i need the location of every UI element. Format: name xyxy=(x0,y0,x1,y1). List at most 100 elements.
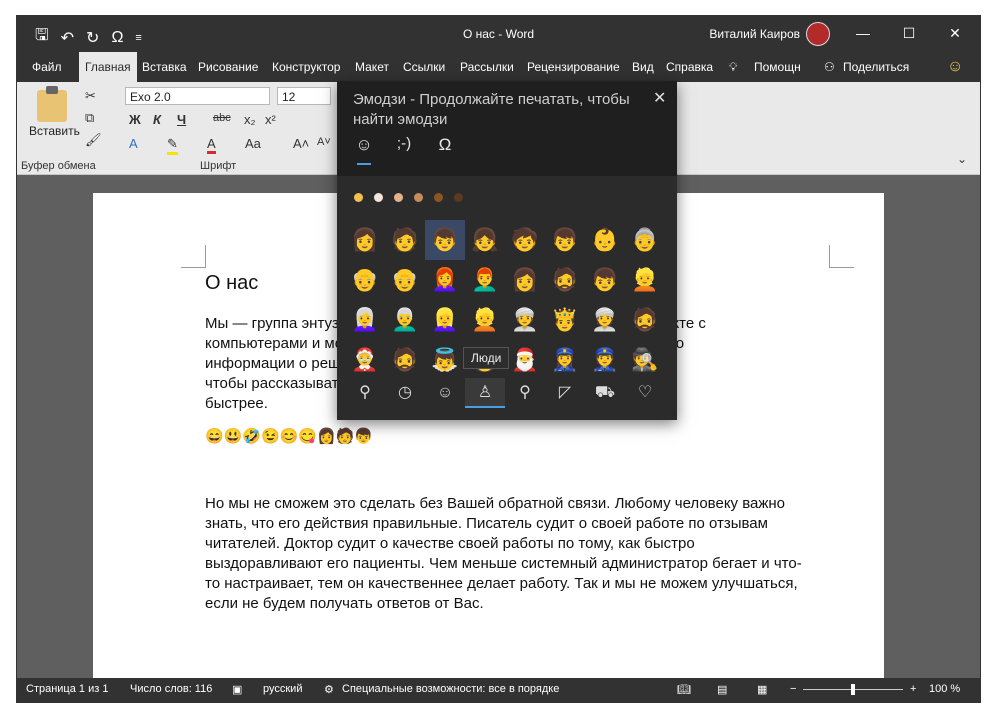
tab-references[interactable]: Ссылки xyxy=(397,52,451,82)
subscript-button[interactable]: x₂ xyxy=(244,112,256,127)
emoji-cell[interactable]: 👨‍🦳 xyxy=(385,300,425,340)
emoji-cell[interactable]: 🧔 xyxy=(385,340,425,380)
superscript-button[interactable]: x² xyxy=(265,112,276,127)
highlight-icon[interactable]: ✎ xyxy=(167,136,178,155)
paste-icon[interactable] xyxy=(37,86,67,122)
lightbulb-icon[interactable]: 💡︎ xyxy=(723,52,743,82)
italic-button[interactable]: К xyxy=(153,112,161,127)
close-button[interactable]: ✕ xyxy=(932,20,978,46)
grow-font-icon[interactable]: A˄ xyxy=(293,136,309,151)
emoji-cell[interactable]: 👦 xyxy=(585,260,625,300)
share-button[interactable]: Поделиться xyxy=(837,52,915,82)
tab-symbols[interactable]: Ω xyxy=(430,135,460,155)
font-name-select[interactable]: Exo 2.0 xyxy=(125,87,270,105)
zoom-level[interactable]: 100 % xyxy=(929,683,960,695)
read-mode-icon[interactable]: 📖︎ xyxy=(677,683,691,696)
heart-icon[interactable]: ♡ xyxy=(625,378,665,408)
font-size-select[interactable]: 12 xyxy=(277,87,331,105)
emoji-cell[interactable]: 🕵️ xyxy=(625,340,665,380)
language-label[interactable]: русский xyxy=(263,683,302,695)
print-layout-icon[interactable]: ▤ xyxy=(717,683,727,696)
emoji-cell[interactable]: 👳 xyxy=(585,300,625,340)
minimize-button[interactable]: — xyxy=(840,20,886,46)
skin-tone-swatch[interactable] xyxy=(434,193,443,202)
emoji-cell[interactable]: 👦 xyxy=(545,220,585,260)
tab-insert[interactable]: Вставка xyxy=(136,52,193,82)
emoji-cell[interactable]: 👴 xyxy=(345,260,385,300)
emoji-cell[interactable]: 👩 xyxy=(505,260,545,300)
emoji-cell[interactable]: 👶 xyxy=(585,220,625,260)
emoji-cell[interactable]: 👱 xyxy=(625,260,665,300)
cut-icon[interactable]: ✂ xyxy=(85,88,96,104)
emoji-cell[interactable]: 👨‍🦰 xyxy=(465,260,505,300)
car-icon[interactable]: ⛟ xyxy=(585,378,625,408)
tab-emoji[interactable]: ☺ xyxy=(349,135,379,155)
tab-kaomoji[interactable]: ;-) xyxy=(389,135,419,152)
emoji-cell[interactable]: 👩 xyxy=(345,220,385,260)
emoji-cell[interactable]: 👱‍♀️ xyxy=(425,300,465,340)
tab-design[interactable]: Конструктор xyxy=(266,52,346,82)
skin-tone-swatch[interactable] xyxy=(454,193,463,202)
zoom-in-button[interactable]: + xyxy=(910,683,916,695)
search-icon[interactable]: ⚲ xyxy=(345,378,385,408)
accessibility-icon[interactable]: ⚙ xyxy=(324,683,334,696)
zoom-slider-thumb[interactable] xyxy=(851,684,855,695)
format-painter-icon[interactable]: 🖌 xyxy=(85,132,102,148)
proofing-icon[interactable]: ▣ xyxy=(232,683,242,696)
word-count[interactable]: Число слов: 116 xyxy=(130,683,212,695)
accessibility-status[interactable]: Специальные возможности: все в порядке xyxy=(342,683,559,695)
zoom-out-button[interactable]: − xyxy=(790,683,796,695)
tell-me-search[interactable]: Помощн xyxy=(748,52,807,82)
emoji-cell[interactable]: 🤴 xyxy=(545,300,585,340)
shrink-font-icon[interactable]: A˅ xyxy=(317,136,331,148)
page-count[interactable]: Страница 1 из 1 xyxy=(26,683,108,695)
pizza-icon[interactable]: ◸ xyxy=(545,378,585,408)
tab-view[interactable]: Вид xyxy=(626,52,660,82)
close-icon[interactable]: ✕ xyxy=(653,88,666,108)
emoji-cell[interactable]: 👩‍🦳 xyxy=(345,300,385,340)
smiley-icon[interactable]: ☺ xyxy=(425,378,465,408)
skin-tone-swatch[interactable] xyxy=(374,193,383,202)
strikethrough-button[interactable]: abc xyxy=(213,112,231,124)
emoji-cell[interactable]: 👧 xyxy=(465,220,505,260)
emoji-cell[interactable]: 👮‍♀️ xyxy=(545,340,585,380)
tab-help[interactable]: Справка xyxy=(660,52,719,82)
emoji-cell[interactable]: 🧔 xyxy=(545,260,585,300)
clock-icon[interactable]: ◷ xyxy=(385,378,425,408)
emoji-cell[interactable]: 👩‍🦰 xyxy=(425,260,465,300)
tab-mailings[interactable]: Рассылки xyxy=(454,52,520,82)
paste-button-label[interactable]: Вставить xyxy=(29,124,80,138)
skin-tone-swatch[interactable] xyxy=(414,193,423,202)
tab-draw[interactable]: Рисование xyxy=(192,52,264,82)
copy-icon[interactable]: ⧉ xyxy=(85,110,94,126)
emoji-cell[interactable]: 👦 xyxy=(425,220,465,260)
collapse-ribbon-icon[interactable]: ⌄ xyxy=(957,152,967,166)
user-name[interactable]: Виталий Каиров xyxy=(709,27,800,41)
emoji-cell[interactable]: 🤶 xyxy=(345,340,385,380)
emoji-cell[interactable]: 👴 xyxy=(385,260,425,300)
emoji-cell[interactable]: 👮 xyxy=(585,340,625,380)
avatar[interactable] xyxy=(806,22,830,46)
smiley-feedback-icon[interactable]: ☺ xyxy=(941,52,969,82)
tab-file[interactable]: Файл xyxy=(26,52,68,82)
emoji-cell[interactable]: 👼 xyxy=(425,340,465,380)
skin-tone-swatch[interactable] xyxy=(394,193,403,202)
text-effects-icon[interactable]: A xyxy=(129,136,138,151)
tab-home[interactable]: Главная xyxy=(79,52,137,82)
emoji-cell[interactable]: 👱 xyxy=(465,300,505,340)
people-icon[interactable]: ♙ xyxy=(465,378,505,408)
bold-button[interactable]: Ж xyxy=(129,112,141,127)
maximize-button[interactable]: ☐ xyxy=(886,20,932,46)
emoji-cell[interactable]: 🧑 xyxy=(385,220,425,260)
emoji-cell[interactable]: 👳‍♀️ xyxy=(505,300,545,340)
emoji-cell[interactable]: 🧔 xyxy=(625,300,665,340)
emoji-cell[interactable]: 🎅 xyxy=(505,340,545,380)
web-layout-icon[interactable]: ▦ xyxy=(757,683,767,696)
skin-tone-swatch[interactable] xyxy=(354,193,363,202)
underline-button[interactable]: Ч xyxy=(177,112,186,127)
tab-review[interactable]: Рецензирование xyxy=(521,52,626,82)
tab-layout[interactable]: Макет xyxy=(349,52,395,82)
emoji-cell[interactable]: 👵 xyxy=(625,220,665,260)
change-case-button[interactable]: Aa xyxy=(245,136,261,151)
emoji-cell[interactable]: 🧒 xyxy=(505,220,545,260)
